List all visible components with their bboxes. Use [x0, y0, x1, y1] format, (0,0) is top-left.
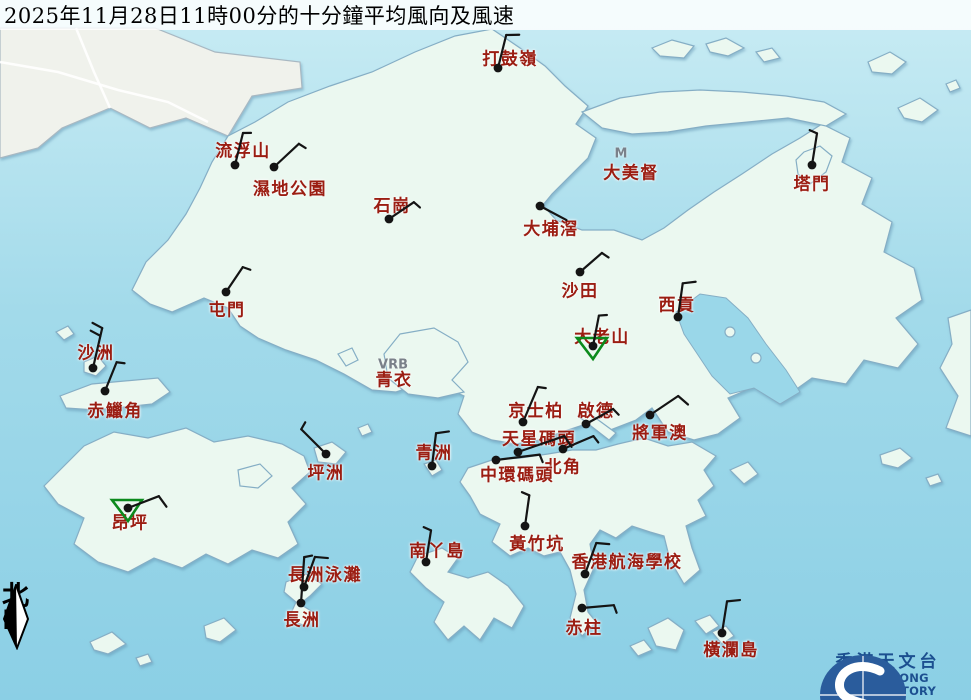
station-label: 塔門: [794, 170, 831, 195]
station-label: 黃竹坑: [509, 530, 565, 555]
north-indicator: 北 N: [2, 584, 46, 632]
station-labels-layer: 打鼓嶺流浮山濕地公園石崗大埔滘大美督M塔門沙田西貢大老山屯門沙洲赤鱲角青衣VRB…: [0, 0, 971, 700]
station-code: M: [615, 147, 628, 162]
station-label: 青洲: [416, 439, 453, 464]
station-label: 中環碼頭: [480, 461, 554, 486]
station-label: 沙洲: [78, 339, 115, 364]
station-label: 流浮山: [215, 137, 271, 162]
wind-map: 打鼓嶺流浮山濕地公園石崗大埔滘大美督M塔門沙田西貢大老山屯門沙洲赤鱲角青衣VRB…: [0, 0, 971, 700]
station-label: 沙田: [562, 277, 599, 302]
station-label: 將軍澳: [632, 419, 688, 444]
station-label: 大美督: [603, 159, 659, 184]
station-label: 南丫島: [409, 537, 465, 562]
station-label: 西貢: [659, 291, 696, 316]
station-label: 赤柱: [566, 614, 603, 639]
station-label: 濕地公園: [253, 175, 327, 200]
station-label: 香港航海學校: [572, 548, 683, 573]
station-label: 大埔滘: [523, 215, 579, 240]
station-label: 打鼓嶺: [482, 45, 538, 70]
hko-logo-icon: [808, 653, 918, 700]
north-arrow-icon: [2, 584, 42, 650]
station-label: 京士柏: [508, 397, 564, 422]
station-label: 橫瀾島: [703, 636, 759, 661]
station-label: 啟德: [578, 397, 615, 422]
station-label: 昂坪: [112, 509, 149, 534]
station-label: 屯門: [209, 296, 246, 321]
station-label: 長洲泳灘: [288, 561, 362, 586]
station-label: 天星碼頭: [502, 425, 576, 450]
station-label: 大老山: [574, 323, 630, 348]
station-label: 赤鱲角: [87, 397, 143, 422]
station-label: 長洲: [284, 606, 321, 631]
station-label: 石崗: [374, 192, 411, 217]
station-code: VRB: [378, 358, 408, 373]
map-title: 2025年11月28日11時00分的十分鐘平均風向及風速: [0, 0, 514, 30]
station-label: 坪洲: [308, 459, 345, 484]
hko-logo: 香港天文台 HONG KONG OBSERVATORY: [808, 653, 968, 698]
title-bar: 2025年11月28日11時00分的十分鐘平均風向及風速: [0, 0, 971, 30]
